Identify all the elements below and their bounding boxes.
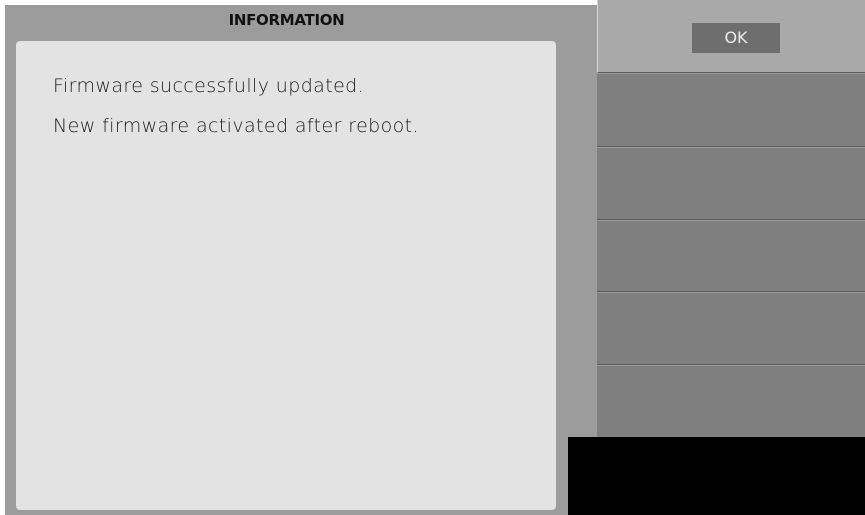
softkey-empty-5[interactable] <box>597 292 865 365</box>
softkey-empty-3[interactable] <box>597 147 865 220</box>
softkey-empty-2[interactable] <box>597 73 865 147</box>
softkey-empty-6[interactable] <box>597 365 865 437</box>
ok-button[interactable]: OK <box>692 23 780 53</box>
information-dialog: INFORMATION Firmware successfully update… <box>5 5 568 515</box>
message-line-update-success: Firmware successfully updated. <box>53 75 365 97</box>
softkey-column: OK <box>597 0 865 437</box>
dialog-title: INFORMATION <box>228 11 345 29</box>
black-panel <box>568 437 865 515</box>
message-box: Firmware successfully updated. New firmw… <box>16 41 556 510</box>
dialog-frame-strip <box>568 5 597 437</box>
softkey-slot-ok: OK <box>597 0 865 73</box>
message-line-reboot-notice: New firmware activated after reboot. <box>53 115 419 137</box>
softkey-empty-4[interactable] <box>597 220 865 292</box>
device-screen: INFORMATION Firmware successfully update… <box>0 0 865 515</box>
